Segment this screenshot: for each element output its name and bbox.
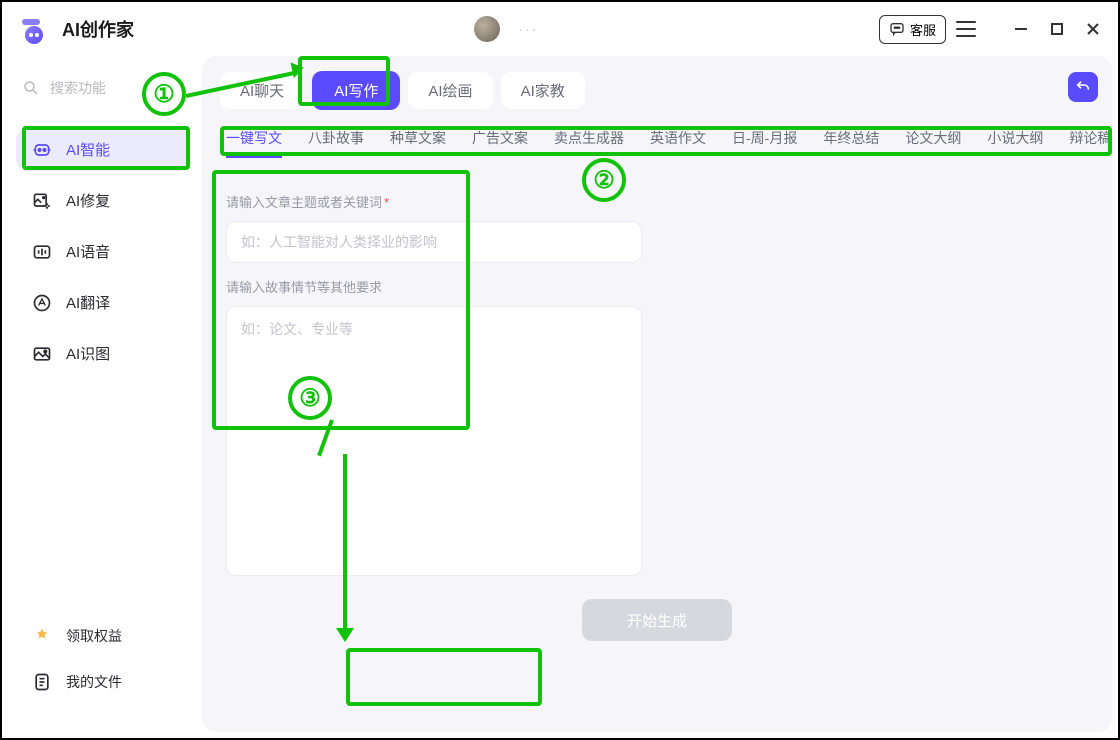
customer-service-label: 客服 [910,20,936,39]
sidebar-item-label: AI翻译 [66,292,110,313]
requirements-textarea[interactable] [226,306,642,576]
sidebar-myfiles[interactable]: 我的文件 [16,666,188,698]
subtab-quickwrite[interactable]: 一键写文 [226,128,282,158]
generate-button[interactable]: 开始生成 [582,599,732,641]
window-minimize-button[interactable] [1014,22,1028,36]
sidebar-benefits[interactable]: 领取权益 [16,620,188,652]
sidebar-item-label: AI修复 [66,190,110,211]
search-icon [22,79,40,97]
sidebar-item-ai-translate[interactable]: AI翻译 [16,281,188,324]
sidebar-myfiles-label: 我的文件 [66,672,122,692]
sidebar-benefits-label: 领取权益 [66,626,122,646]
sidebar-item-ai-audio[interactable]: AI语音 [16,230,188,273]
topic-input[interactable] [226,221,642,263]
subtab-ads[interactable]: 广告文案 [472,128,528,158]
tab-label: AI绘画 [428,83,472,100]
tab-label: AI家教 [521,83,565,100]
hamburger-menu-icon[interactable] [956,21,976,37]
avatar[interactable] [474,16,500,42]
subtab-gossip[interactable]: 八卦故事 [308,128,364,158]
form-area: 请输入文章主题或者关键词* 请输入故事情节等其他要求 开始生成 [202,158,1112,641]
customer-service-button[interactable]: 客服 [879,15,946,44]
window-maximize-button[interactable] [1050,22,1064,36]
medal-icon [32,626,52,646]
translate-icon [32,293,52,313]
undo-icon [1075,79,1091,95]
subtabs: 一键写文 八卦故事 种草文案 广告文案 卖点生成器 英语作文 日-周-月报 年终… [202,114,1112,158]
requirements-label: 请输入故事情节等其他要求 [226,277,1088,296]
subtab-seeding[interactable]: 种草文案 [390,128,446,158]
chat-icon [889,21,905,37]
subtab-debate[interactable]: 辩论稿 [1069,128,1111,158]
tabbar: AI聊天 AI写作 AI绘画 AI家教 [202,66,1112,114]
tab-ai-draw[interactable]: AI绘画 [408,72,492,109]
app-logo [20,13,52,45]
subtab-sellingpoints[interactable]: 卖点生成器 [554,128,624,158]
undo-button[interactable] [1068,72,1098,102]
file-icon [32,672,52,692]
header-more-icon[interactable]: ··· [518,21,538,37]
subtab-report[interactable]: 日-周-月报 [732,128,797,158]
sidebar-item-label: AI智能 [66,139,110,160]
audio-bars-icon [32,242,52,262]
tab-label: AI聊天 [240,83,284,100]
tab-ai-chat[interactable]: AI聊天 [220,72,304,109]
titlebar: AI创作家 ··· 客服 [2,2,1118,56]
subtab-thesis[interactable]: 论文大纲 [905,128,961,158]
subtab-novel[interactable]: 小说大纲 [987,128,1043,158]
sidebar-item-label: AI语音 [66,241,110,262]
app-title: AI创作家 [62,16,134,42]
sidebar: 搜索功能 AI智能 AI修复 AI语音 AI翻译 AI识图 领取权益 [2,56,202,738]
sidebar-item-ai-repair[interactable]: AI修复 [16,179,188,222]
subtab-english[interactable]: 英语作文 [650,128,706,158]
sidebar-item-label: AI识图 [66,343,110,364]
search-placeholder: 搜索功能 [50,78,106,98]
required-asterisk: * [384,195,389,210]
image-icon [32,344,52,364]
main-panel: AI聊天 AI写作 AI绘画 AI家教 一键写文 八卦故事 种草文案 广告文案 … [202,56,1112,732]
tab-ai-tutor[interactable]: AI家教 [501,72,585,109]
sidebar-item-ai-smart[interactable]: AI智能 [16,128,188,171]
sidebar-item-ai-imagerec[interactable]: AI识图 [16,332,188,375]
topic-label: 请输入文章主题或者关键词* [226,192,1088,211]
search-row[interactable]: 搜索功能 [16,74,188,102]
subtab-yearend[interactable]: 年终总结 [823,128,879,158]
tab-ai-write[interactable]: AI写作 [312,71,400,110]
window-close-button[interactable] [1086,22,1100,36]
robot-icon [32,140,52,160]
generate-button-label: 开始生成 [627,613,687,630]
tab-label: AI写作 [334,83,378,100]
image-sparkle-icon [32,191,52,211]
